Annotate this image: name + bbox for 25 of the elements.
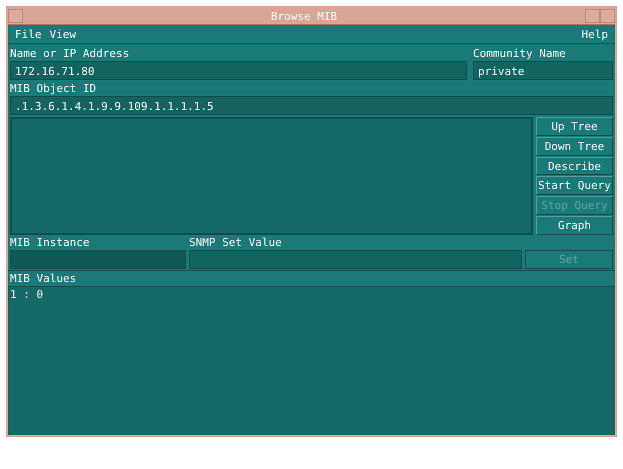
instance-field[interactable] [10,250,186,269]
section-label: MIB Values [10,272,76,285]
maximize-button[interactable] [600,9,615,23]
field-label: Name or IP Address [10,47,130,61]
field-label: MIB Object ID [10,82,98,96]
window-title: Browse MIB [270,10,338,22]
minimize-button[interactable] [585,9,600,23]
menu-item[interactable]: File [15,28,42,40]
menu-item[interactable]: Help [582,28,608,40]
tree-button[interactable]: Describe [536,156,613,176]
field-label: MIB Instance [10,236,90,250]
object-id-field[interactable]: .1.3.6.1.4.1.9.9.109.1.1.1.1.5 [10,96,613,115]
set-value-field[interactable] [189,250,522,269]
tree-button[interactable]: Up Tree [536,117,613,136]
field-label: SNMP Set Value [189,236,283,250]
window-menu-button[interactable] [8,9,23,23]
tree-button[interactable]: Graph [536,216,613,235]
address-field[interactable]: 172.16.71.80 [10,61,467,80]
value-line: 1 : 0 [10,288,44,301]
tree-button[interactable]: Down Tree [536,136,613,156]
field-label: Community Name [473,47,567,61]
mib-tree-list[interactable] [10,117,533,235]
menu-item[interactable]: View [50,28,76,40]
community-field[interactable]: private [473,61,613,80]
tree-button[interactable]: Start Query [536,176,613,196]
